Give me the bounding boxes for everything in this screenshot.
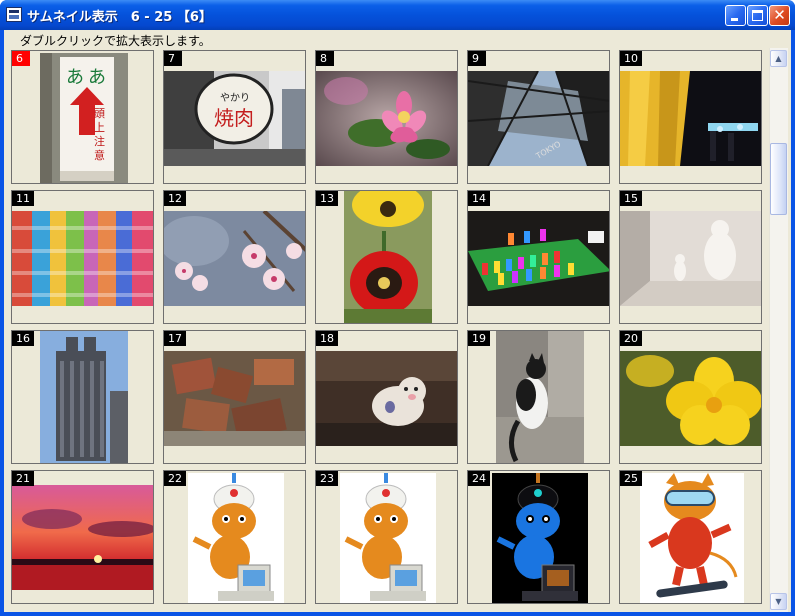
thumbnail-19[interactable]: 19 bbox=[467, 330, 610, 464]
maximize-button[interactable] bbox=[747, 5, 768, 26]
thumbnail-image: TOKYO bbox=[468, 71, 609, 166]
thumbnail-number: 7 bbox=[164, 51, 182, 66]
thumbnail-image bbox=[640, 473, 744, 603]
thumbnail-image bbox=[316, 351, 457, 446]
thumbnail-number: 10 bbox=[620, 51, 642, 66]
thumbnail-number: 23 bbox=[316, 471, 338, 486]
thumbnail-number: 14 bbox=[468, 191, 490, 206]
instruction-text: ダブルクリックで拡大表示します。 bbox=[20, 34, 211, 48]
svg-text:頭: 頭 bbox=[94, 107, 105, 120]
thumbnail-grid: あ あ 頭 上 注 意 6 やかり 焼肉 7 8 TOKYO 9 10 11 1… bbox=[4, 48, 769, 612]
thumbnail-9[interactable]: TOKYO 9 bbox=[467, 50, 610, 184]
minimize-icon bbox=[731, 18, 738, 21]
thumbnail-number: 17 bbox=[164, 331, 186, 346]
thumbnail-number: 12 bbox=[164, 191, 186, 206]
thumbnail-number: 24 bbox=[468, 471, 490, 486]
svg-text:注: 注 bbox=[94, 134, 105, 148]
close-button[interactable]: ✕ bbox=[769, 5, 790, 26]
thumbnail-15[interactable]: 15 bbox=[619, 190, 762, 324]
thumbnail-image bbox=[496, 331, 584, 463]
thumbnail-image bbox=[620, 211, 761, 306]
thumbnail-18[interactable]: 18 bbox=[315, 330, 458, 464]
scroll-down-arrow-icon: ▼ bbox=[775, 597, 782, 606]
thumbnail-image bbox=[620, 71, 761, 166]
thumbnail-image: やかり 焼肉 bbox=[164, 71, 305, 166]
thumbnail-number: 13 bbox=[316, 191, 338, 206]
thumbnail-10[interactable]: 10 bbox=[619, 50, 762, 184]
thumbnail-6[interactable]: あ あ 頭 上 注 意 6 bbox=[11, 50, 154, 184]
thumbnail-image bbox=[620, 351, 761, 446]
thumbnail-7[interactable]: やかり 焼肉 7 bbox=[163, 50, 306, 184]
vertical-scrollbar[interactable]: ▲ ▼ bbox=[769, 48, 788, 612]
thumbnail-number: 25 bbox=[620, 471, 642, 486]
maximize-icon bbox=[752, 10, 763, 21]
thumbnail-17[interactable]: 17 bbox=[163, 330, 306, 464]
thumbnail-image bbox=[492, 473, 588, 603]
scroll-thumb[interactable] bbox=[770, 143, 787, 215]
scroll-up-button[interactable]: ▲ bbox=[770, 50, 787, 67]
thumbnail-image bbox=[340, 473, 436, 603]
thumbnail-12[interactable]: 12 bbox=[163, 190, 306, 324]
thumbnail-number: 8 bbox=[316, 51, 334, 66]
svg-text:やかり: やかり bbox=[220, 92, 250, 104]
thumbnail-image bbox=[12, 211, 153, 306]
app-icon[interactable] bbox=[6, 7, 22, 22]
thumbnail-16[interactable]: 16 bbox=[11, 330, 154, 464]
thumbnail-8[interactable]: 8 bbox=[315, 50, 458, 184]
thumbnail-image bbox=[468, 211, 609, 306]
thumbnail-number: 20 bbox=[620, 331, 642, 346]
thumbnail-23[interactable]: 23 bbox=[315, 470, 458, 604]
thumbnail-20[interactable]: 20 bbox=[619, 330, 762, 464]
thumbnail-14[interactable]: 14 bbox=[467, 190, 610, 324]
thumbnail-25[interactable]: 25 bbox=[619, 470, 762, 604]
thumbnail-image bbox=[316, 71, 457, 166]
svg-text:あ: あ bbox=[66, 67, 84, 88]
svg-text:焼肉: 焼肉 bbox=[214, 106, 254, 130]
thumbnail-image bbox=[188, 473, 284, 603]
thumbnail-number: 16 bbox=[12, 331, 34, 346]
thumbnail-number: 21 bbox=[12, 471, 34, 486]
thumbnail-image: あ あ 頭 上 注 意 bbox=[40, 53, 128, 183]
thumbnail-image bbox=[164, 351, 305, 446]
client-area: ダブルクリックで拡大表示します。 あ あ 頭 上 注 意 6 やかり 焼肉 7 … bbox=[4, 30, 791, 612]
thumbnail-number: 6 bbox=[12, 51, 30, 66]
thumbnail-24[interactable]: 24 bbox=[467, 470, 610, 604]
thumbnail-number: 11 bbox=[12, 191, 34, 206]
thumbnail-13[interactable]: 13 bbox=[315, 190, 458, 324]
close-icon: ✕ bbox=[773, 6, 786, 24]
thumbnail-11[interactable]: 11 bbox=[11, 190, 154, 324]
thumbnail-image bbox=[40, 331, 128, 463]
title-bar[interactable]: サムネイル表示 6 - 25 【6】 ✕ bbox=[0, 0, 795, 30]
thumbnail-image bbox=[12, 485, 153, 590]
window-title: サムネイル表示 6 - 25 【6】 bbox=[27, 10, 212, 25]
thumbnail-image bbox=[164, 211, 305, 306]
minimize-button[interactable] bbox=[725, 5, 746, 26]
svg-text:意: 意 bbox=[94, 148, 105, 162]
thumbnail-number: 22 bbox=[164, 471, 186, 486]
thumbnail-22[interactable]: 22 bbox=[163, 470, 306, 604]
thumbnail-21[interactable]: 21 bbox=[11, 470, 154, 604]
thumbnail-number: 9 bbox=[468, 51, 486, 66]
scroll-down-button[interactable]: ▼ bbox=[770, 593, 787, 610]
svg-text:上: 上 bbox=[94, 121, 105, 134]
thumbnail-window: サムネイル表示 6 - 25 【6】 ✕ ダブルクリックで拡大表示します。 あ … bbox=[0, 0, 795, 616]
thumbnail-number: 19 bbox=[468, 331, 490, 346]
scroll-up-arrow-icon: ▲ bbox=[775, 54, 782, 63]
svg-text:あ: あ bbox=[88, 67, 106, 88]
thumbnail-image bbox=[344, 191, 432, 323]
thumbnail-number: 15 bbox=[620, 191, 642, 206]
thumbnail-number: 18 bbox=[316, 331, 338, 346]
